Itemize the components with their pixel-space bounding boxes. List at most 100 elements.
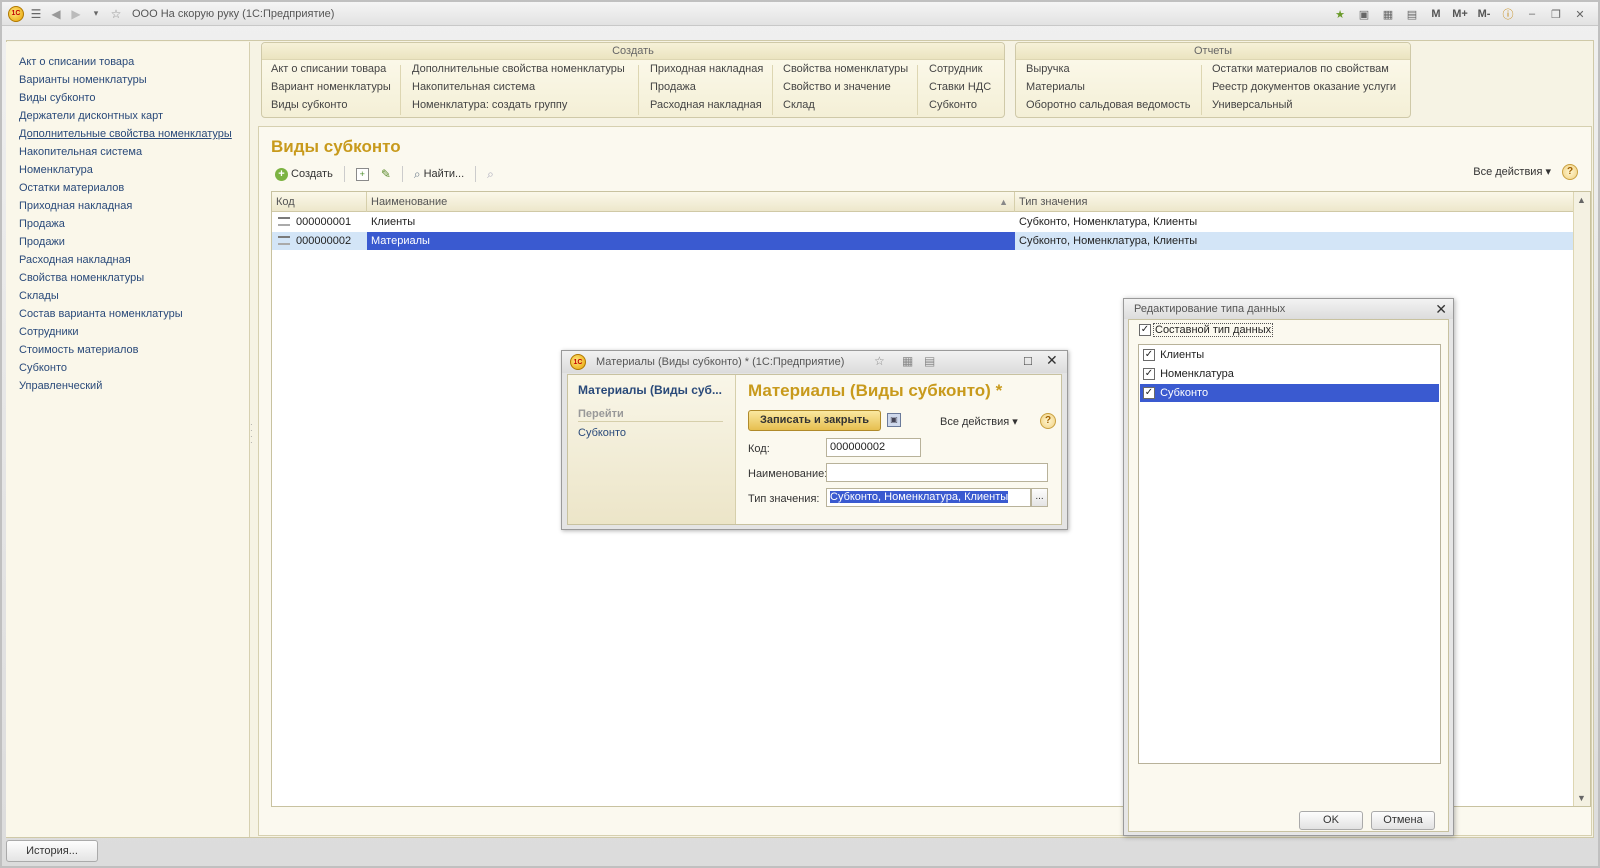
create-link[interactable]: Свойства номенклатуры: [783, 63, 908, 81]
sidebar-item[interactable]: Состав варианта номенклатуры: [6, 306, 249, 324]
create-link[interactable]: Расходная накладная: [650, 99, 763, 117]
calculator-icon[interactable]: ▦: [902, 354, 913, 368]
memory-m-plus-button[interactable]: M+: [1450, 4, 1470, 24]
restore-icon[interactable]: ❐: [1546, 4, 1566, 24]
create-link[interactable]: Виды субконто: [271, 99, 391, 117]
sidebar-item[interactable]: Сотрудники: [6, 324, 249, 342]
create-link[interactable]: Продажа: [650, 81, 763, 99]
sidebar-item[interactable]: Управленческий: [6, 378, 249, 396]
sidebar-item[interactable]: Субконто: [6, 360, 249, 378]
memory-m-minus-button[interactable]: M-: [1474, 4, 1494, 24]
main-menu-icon[interactable]: ☰: [26, 4, 46, 24]
close-window-icon[interactable]: ✕: [1570, 4, 1590, 24]
sidebar-item[interactable]: Свойства номенклатуры: [6, 270, 249, 288]
nav-link-subkonto[interactable]: Субконто: [578, 427, 626, 439]
find-button[interactable]: ⌕ Найти...: [410, 164, 468, 184]
add-favorite-icon[interactable]: ★: [1330, 4, 1350, 24]
panel-splitter[interactable]: · · · ·: [250, 421, 256, 452]
create-link[interactable]: Субконто: [929, 99, 991, 117]
sidebar-item[interactable]: Виды субконто: [6, 90, 249, 108]
sidebar-item[interactable]: Варианты номенклатуры: [6, 72, 249, 90]
column-header-type[interactable]: Тип значения: [1015, 192, 1574, 212]
create-link[interactable]: Накопительная система: [412, 81, 625, 99]
report-link[interactable]: Оборотно сальдовая ведомость: [1026, 99, 1191, 117]
scroll-up-arrow-icon[interactable]: ▲: [1577, 195, 1586, 205]
save-icon[interactable]: ▣: [887, 413, 901, 427]
all-actions-menu[interactable]: Все действия ▾: [1473, 165, 1551, 178]
scroll-down-arrow-icon[interactable]: ▼: [1577, 793, 1586, 803]
create-link[interactable]: Номенклатура: создать группу: [412, 99, 625, 117]
table-row[interactable]: 000000001 Клиенты Субконто, Номенклатура…: [272, 213, 1574, 231]
edit-button[interactable]: ✎: [377, 164, 395, 184]
select-type-button[interactable]: ...: [1031, 488, 1048, 507]
checkbox-checked-icon[interactable]: ✓: [1143, 349, 1155, 362]
memory-m-button[interactable]: M: [1426, 4, 1446, 24]
checkbox-checked-icon[interactable]: ✓: [1143, 387, 1155, 400]
checkbox-checked-icon[interactable]: ✓: [1143, 368, 1155, 381]
help-button[interactable]: ?: [1040, 413, 1056, 429]
close-icon[interactable]: ✕: [1435, 301, 1447, 318]
column-header-code[interactable]: Код: [272, 192, 367, 212]
copy-button[interactable]: +: [352, 164, 373, 184]
sidebar-item[interactable]: Расходная накладная: [6, 252, 249, 270]
type-field[interactable]: Субконто, Номенклатура, Клиенты: [826, 488, 1031, 507]
sidebar-item[interactable]: Дополнительные свойства номенклатуры: [6, 126, 249, 144]
history-button[interactable]: История...: [6, 840, 98, 862]
report-link[interactable]: Остатки материалов по свойствам: [1212, 63, 1396, 81]
favorite-icon[interactable]: ☆: [874, 354, 885, 368]
cancel-button[interactable]: Отмена: [1371, 811, 1435, 830]
help-button[interactable]: ?: [1562, 164, 1578, 180]
create-link[interactable]: Сотрудник: [929, 63, 991, 81]
create-button[interactable]: + Создать: [271, 164, 337, 184]
maximize-icon[interactable]: □: [1024, 353, 1032, 368]
app-logo-icon[interactable]: 1С: [6, 4, 26, 24]
all-actions-menu[interactable]: Все действия ▾: [940, 415, 1018, 428]
sidebar-item[interactable]: Стоимость материалов: [6, 342, 249, 360]
name-field[interactable]: [826, 463, 1048, 482]
report-link[interactable]: Выручка: [1026, 63, 1191, 81]
report-link[interactable]: Универсальный: [1212, 99, 1396, 117]
minimize-icon[interactable]: –: [1522, 4, 1542, 24]
sidebar-item[interactable]: Приходная накладная: [6, 198, 249, 216]
sidebar-item[interactable]: Номенклатура: [6, 162, 249, 180]
info-icon[interactable]: ⓘ: [1498, 4, 1518, 24]
calculator-icon[interactable]: ▦: [1378, 4, 1398, 24]
create-link[interactable]: Свойство и значение: [783, 81, 908, 99]
favorites-list-icon[interactable]: ▣: [1354, 4, 1374, 24]
create-link[interactable]: Акт о списании товара: [271, 63, 391, 81]
back-arrow-icon[interactable]: ◀: [46, 4, 66, 24]
calendar-icon[interactable]: ▤: [1402, 4, 1422, 24]
save-and-close-button[interactable]: Записать и закрыть: [748, 410, 881, 431]
ok-button[interactable]: OK: [1299, 811, 1363, 830]
sidebar-item[interactable]: Остатки материалов: [6, 180, 249, 198]
sidebar-item[interactable]: Склады: [6, 288, 249, 306]
app-logo-icon[interactable]: 1С: [570, 354, 586, 370]
create-link[interactable]: Дополнительные свойства номенклатуры: [412, 63, 625, 81]
close-icon[interactable]: ✕: [1046, 352, 1058, 369]
composite-type-checkbox[interactable]: ✓ Составной тип данных: [1139, 323, 1274, 337]
create-link[interactable]: Ставки НДС: [929, 81, 991, 99]
type-list-item[interactable]: ✓ Клиенты: [1140, 346, 1439, 364]
create-link[interactable]: Приходная накладная: [650, 63, 763, 81]
sidebar-item[interactable]: Накопительная система: [6, 144, 249, 162]
forward-arrow-icon[interactable]: ▶: [66, 4, 86, 24]
dropdown-arrow-icon[interactable]: ▾: [86, 4, 106, 24]
table-scrollbar[interactable]: ▲ ▼: [1573, 192, 1590, 806]
sidebar-item[interactable]: Продажа: [6, 216, 249, 234]
favorites-star-icon[interactable]: ☆: [106, 4, 126, 24]
nav-header[interactable]: Материалы (Виды суб...: [578, 383, 722, 397]
table-row-selected[interactable]: 000000002 Материалы Субконто, Номенклату…: [272, 232, 1574, 250]
code-field[interactable]: 000000002: [826, 438, 921, 457]
report-link[interactable]: Реестр документов оказание услуги: [1212, 81, 1396, 99]
report-link[interactable]: Материалы: [1026, 81, 1191, 99]
type-list-item[interactable]: ✓ Номенклатура: [1140, 365, 1439, 383]
sidebar-item[interactable]: Акт о списании товара: [6, 54, 249, 72]
sidebar-item[interactable]: Продажи: [6, 234, 249, 252]
cancel-search-button[interactable]: ⌕: [483, 164, 498, 184]
calendar-icon[interactable]: ▤: [924, 354, 935, 368]
create-link[interactable]: Вариант номенклатуры: [271, 81, 391, 99]
column-header-name[interactable]: Наименование ▲: [367, 192, 1015, 212]
type-list-item-selected[interactable]: ✓ Субконто: [1140, 384, 1439, 402]
create-link[interactable]: Склад: [783, 99, 908, 117]
sidebar-item[interactable]: Держатели дисконтных карт: [6, 108, 249, 126]
